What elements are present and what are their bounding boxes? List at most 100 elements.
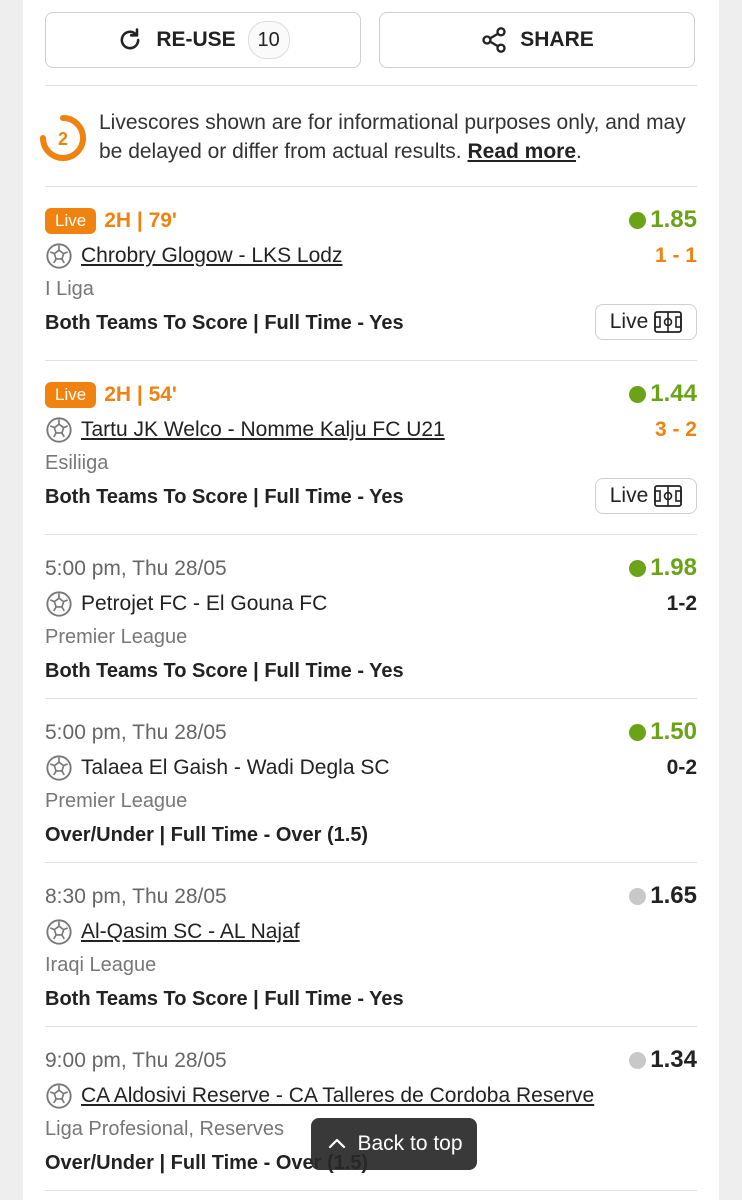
bet-header: 9:00 pm, Thu 28/05: [45, 1046, 697, 1076]
notice-suffix: .: [576, 140, 582, 163]
league-name: Esiliiga: [45, 452, 109, 474]
match-row: Petrojet FC - El Gouna FC: [45, 590, 327, 618]
odds: 1.50: [629, 718, 697, 746]
score: 1 - 1: [654, 244, 697, 267]
market-selection: Both Teams To Score | Full Time - Yes: [45, 486, 404, 508]
football-icon: [45, 590, 73, 618]
divider: [45, 534, 697, 535]
divider: [45, 1190, 697, 1191]
league-name: Iraqi League: [45, 954, 157, 976]
football-icon: [45, 416, 73, 444]
share-icon: [482, 27, 506, 53]
odds: 1.34: [629, 1046, 697, 1074]
odds-value: 1.44: [650, 380, 697, 407]
match-row: Al-Qasim SC - AL Najaf: [45, 918, 300, 946]
odds-value: 1.34: [650, 1046, 697, 1073]
back-to-top-button[interactable]: Back to top: [311, 1118, 477, 1170]
divider: [45, 85, 697, 86]
share-button[interactable]: SHARE: [379, 12, 695, 68]
back-to-top-label: Back to top: [357, 1132, 463, 1155]
match-name[interactable]: Chrobry Glogow - LKS Lodz: [81, 244, 342, 268]
divider: [45, 186, 697, 187]
live-time: 2H | 79': [104, 209, 177, 232]
match-name[interactable]: CA Aldosivi Reserve - CA Talleres de Cor…: [81, 1084, 594, 1108]
market-selection: Both Teams To Score | Full Time - Yes: [45, 660, 404, 682]
divider: [45, 360, 697, 361]
status-dot-icon: [629, 887, 647, 905]
info-badge-icon: 2: [40, 115, 86, 161]
odds-value: 1.85: [650, 206, 697, 233]
bet-header: 5:00 pm, Thu 28/05: [45, 554, 697, 584]
match-name[interactable]: Al-Qasim SC - AL Najaf: [81, 920, 300, 944]
match-row: CA Aldosivi Reserve - CA Talleres de Cor…: [45, 1082, 594, 1110]
odds: 1.85: [629, 206, 697, 234]
league-name: I Liga: [45, 278, 94, 300]
reuse-count-badge: 10: [247, 21, 290, 59]
bet-item: Live 2H | 54' 1.44 Tartu JK Welco - Nomme K…: [45, 360, 697, 524]
read-more-link[interactable]: Read more: [467, 140, 576, 163]
odds-value: 1.50: [650, 718, 697, 745]
football-icon: [45, 242, 73, 270]
share-label: SHARE: [520, 28, 594, 51]
live-time: 2H | 54': [104, 383, 177, 406]
divider: [45, 862, 697, 863]
match-name: Petrojet FC - El Gouna FC: [81, 592, 328, 615]
football-icon: [45, 918, 73, 946]
bet-header: 8:30 pm, Thu 28/05: [45, 882, 697, 912]
livescore-notice: 2 Livescores shown are for informational…: [39, 108, 699, 166]
status-dot-icon: [629, 559, 647, 577]
score: 1-2: [666, 592, 697, 615]
match-row: Talaea El Gaish - Wadi Degla SC: [45, 754, 390, 782]
kickoff-time: 8:30 pm, Thu 28/05: [45, 885, 227, 908]
football-icon: [45, 1082, 73, 1110]
reuse-label: RE-USE: [156, 28, 236, 51]
pitch-icon: [654, 311, 683, 333]
kickoff-time: 5:00 pm, Thu 28/05: [45, 557, 227, 580]
match-name[interactable]: Tartu JK Welco - Nomme Kalju FC U21: [81, 418, 445, 442]
odds: 1.65: [629, 882, 697, 910]
bet-header: 5:00 pm, Thu 28/05: [45, 718, 697, 748]
kickoff-time: 5:00 pm, Thu 28/05: [45, 721, 227, 744]
league-name: Premier League: [45, 790, 188, 812]
bet-item: Live 2H | 79' 1.85 Chrobry Glogow - LKS Lod…: [45, 186, 697, 350]
status-dot-icon: [629, 211, 647, 229]
live-tracker-button[interactable]: Live: [595, 304, 697, 340]
bet-header: Live 2H | 79': [45, 206, 697, 236]
bet-item: 5:00 pm, Thu 28/05 1.50 Talaea El Gaish - …: [45, 698, 697, 862]
reuse-button[interactable]: RE-USE 10: [45, 12, 361, 68]
odds-value: 1.98: [650, 554, 697, 581]
live-tracker-label: Live: [609, 484, 649, 507]
status-dot-icon: [629, 723, 647, 741]
live-badge: Live: [45, 382, 97, 408]
status-dot-icon: [629, 385, 647, 403]
league-name: Premier League: [45, 626, 188, 648]
bet-item: 8:30 pm, Thu 28/05 1.65 Al-Qasim SC - AL N…: [45, 862, 697, 1026]
live-tracker-button[interactable]: Live: [595, 478, 697, 514]
match-name: Talaea El Gaish - Wadi Degla SC: [81, 756, 390, 779]
market-selection: Both Teams To Score | Full Time - Yes: [45, 988, 404, 1010]
status-dot-icon: [629, 1051, 647, 1069]
bet-header: Live 2H | 54': [45, 380, 697, 410]
divider: [45, 1026, 697, 1027]
notice-text: Livescores shown are for informational p…: [99, 111, 686, 163]
divider: [45, 698, 697, 699]
odds-value: 1.65: [650, 882, 697, 909]
league-name: Liga Profesional, Reserves: [45, 1118, 285, 1140]
match-row: Tartu JK Welco - Nomme Kalju FC U21: [45, 416, 445, 444]
odds: 1.44: [629, 380, 697, 408]
football-icon: [45, 754, 73, 782]
odds: 1.98: [629, 554, 697, 582]
match-row: Chrobry Glogow - LKS Lodz: [45, 242, 342, 270]
live-badge: Live: [45, 208, 97, 234]
action-bar: RE-USE 10 SHARE: [45, 12, 697, 70]
chevron-up-icon: [329, 1138, 346, 1149]
score: 3 - 2: [654, 418, 697, 441]
market-selection: Both Teams To Score | Full Time - Yes: [45, 312, 404, 334]
betslip-card: RE-USE 10 SHARE 2 Livescores shown are f…: [23, 0, 719, 1200]
svg-text:2: 2: [58, 129, 68, 149]
pitch-icon: [654, 485, 683, 507]
refresh-icon: [120, 28, 140, 50]
kickoff-time: 9:00 pm, Thu 28/05: [45, 1049, 227, 1072]
bet-item: 5:00 pm, Thu 28/05 1.98 Petrojet FC - El G…: [45, 534, 697, 698]
live-tracker-label: Live: [609, 310, 649, 333]
